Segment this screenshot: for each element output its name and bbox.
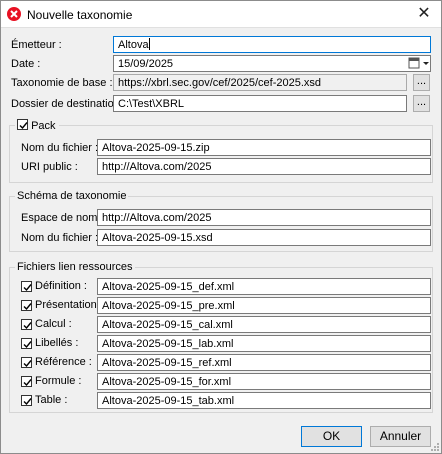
check-icon: [23, 303, 32, 311]
dossier-input[interactable]: C:\Test\XBRL: [113, 95, 407, 112]
pack-label: Pack: [31, 120, 56, 132]
linkbase-label: Référence :: [35, 356, 92, 368]
linkbase-filename-input[interactable]: Altova-2025-09-15_def.xml: [97, 278, 431, 295]
linkbase-filename-input[interactable]: Altova-2025-09-15_tab.xml: [97, 392, 431, 409]
cancel-button[interactable]: Annuler: [370, 426, 431, 447]
linkbase-label: Définition :: [35, 280, 87, 292]
dialog-window: Nouvelle taxonomie ✕ Émetteur : Altova D…: [0, 0, 442, 454]
uri-public-label: URI public :: [21, 161, 78, 173]
pack-checkbox[interactable]: [17, 119, 28, 130]
linkbase-label: Table :: [35, 394, 68, 406]
linkbase-checkbox[interactable]: [21, 357, 32, 368]
emetteur-input[interactable]: Altova: [113, 36, 431, 53]
ok-button[interactable]: OK: [301, 426, 362, 447]
linkbase-filename-input[interactable]: Altova-2025-09-15_for.xml: [97, 373, 431, 390]
altova-app-icon: [7, 7, 21, 21]
calendar-dropdown-icon[interactable]: [406, 55, 432, 72]
linkbase-checkbox[interactable]: [21, 395, 32, 406]
espace-noms-label: Espace de noms :: [21, 212, 110, 224]
browse-dossier-button[interactable]: ...: [413, 95, 430, 112]
schema-nom-fichier-label: Nom du fichier :: [21, 232, 99, 244]
linkbase-filename-input[interactable]: Altova-2025-09-15_ref.xml: [97, 354, 431, 371]
pack-nom-fichier-label: Nom du fichier :: [21, 142, 99, 154]
linkbase-checkbox[interactable]: [21, 300, 32, 311]
linkbase-label: Présentation :: [35, 299, 103, 311]
check-icon: [23, 398, 32, 406]
title-bar: Nouvelle taxonomie ✕: [1, 1, 441, 28]
linkbase-checkbox[interactable]: [21, 338, 32, 349]
linkbase-label: Formule :: [35, 375, 82, 387]
pack-group-header: Pack: [15, 119, 59, 132]
check-icon: [19, 122, 28, 130]
check-icon: [23, 341, 32, 349]
linkbase-checkbox[interactable]: [21, 319, 32, 330]
linkbase-filename-input[interactable]: Altova-2025-09-15_pre.xml: [97, 297, 431, 314]
linkbase-filename-input[interactable]: Altova-2025-09-15_lab.xml: [97, 335, 431, 352]
check-icon: [23, 322, 32, 330]
uri-public-input[interactable]: http://Altova.com/2025: [97, 158, 431, 175]
date-picker[interactable]: 15/09/2025: [113, 55, 431, 72]
browse-taxonomie-button[interactable]: ...: [413, 74, 430, 91]
espace-noms-input[interactable]: http://Altova.com/2025: [97, 209, 431, 226]
linkbase-label: Calcul :: [35, 318, 72, 330]
schema-nom-fichier-input[interactable]: Altova-2025-09-15.xsd: [97, 229, 431, 246]
check-icon: [23, 360, 32, 368]
check-icon: [23, 379, 32, 387]
resize-grip-icon[interactable]: [430, 442, 440, 452]
linkbase-filename-input[interactable]: Altova-2025-09-15_cal.xml: [97, 316, 431, 333]
check-icon: [23, 284, 32, 292]
date-label: Date :: [11, 58, 41, 70]
taxonomie-base-field: https://xbrl.sec.gov/cef/2025/cef-2025.x…: [113, 74, 407, 91]
schema-group-title: Schéma de taxonomie: [15, 190, 129, 202]
linkbase-checkbox[interactable]: [21, 376, 32, 387]
pack-nom-fichier-input[interactable]: Altova-2025-09-15.zip: [97, 139, 431, 156]
taxonomie-base-label: Taxonomie de base :: [11, 77, 113, 89]
emetteur-label: Émetteur :: [11, 39, 62, 51]
linkbase-checkbox[interactable]: [21, 281, 32, 292]
close-icon[interactable]: ✕: [407, 1, 441, 27]
linkbase-label: Libellés :: [35, 337, 79, 349]
dossier-label: Dossier de destination :: [11, 98, 126, 110]
window-title: Nouvelle taxonomie: [27, 8, 133, 22]
linkbases-group-title: Fichiers lien ressources: [15, 261, 135, 273]
